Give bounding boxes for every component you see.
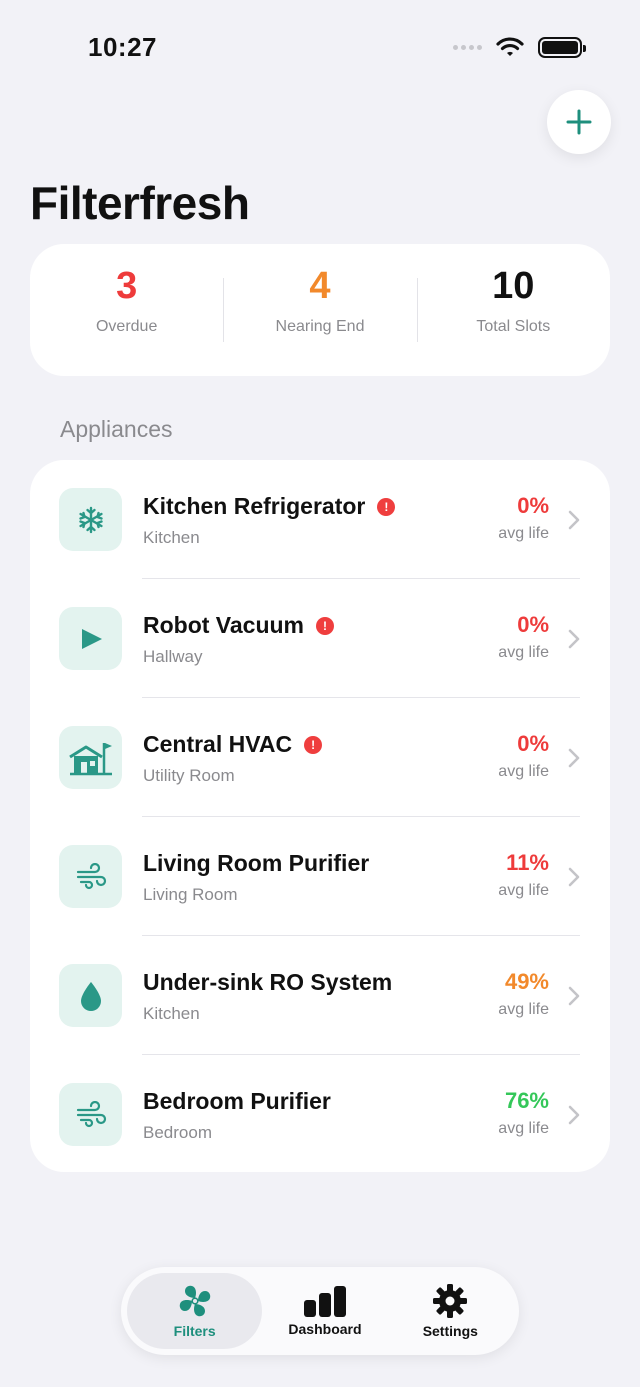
page-title: Filterfresh [30,177,250,229]
appliance-name: Bedroom Purifier [143,1088,331,1114]
battery-icon [538,36,586,58]
tab-settings[interactable]: Settings [388,1273,513,1349]
life-percent: 0% [517,612,549,637]
life-label: avg life [498,882,549,899]
wifi-icon [496,37,524,56]
life-percent: 0% [517,493,549,518]
nearing-end-count: 4 [309,265,331,307]
nearing-end-label: Nearing End [275,318,365,335]
appliance-row[interactable]: Kitchen Refrigerator ! Kitchen 0% avg li… [30,460,610,579]
appliance-row[interactable]: Robot Vacuum ! Hallway 0% avg life [30,579,610,698]
appliance-name: Robot Vacuum ! [143,612,335,639]
section-title: Appliances [60,416,173,442]
nearing-end-stat[interactable]: 4 Nearing End [223,266,416,342]
appliance-life: 0% avg life [498,612,549,662]
life-percent: 0% [517,731,549,756]
appliance-name: Central HVAC ! [143,731,323,758]
appliance-list: Kitchen Refrigerator ! Kitchen 0% avg li… [30,460,610,1172]
life-percent: 76% [504,1088,549,1113]
chevron-right-icon [568,748,580,768]
life-label: avg life [498,525,549,542]
appliance-name: Under-sink RO System [143,969,393,995]
add-appliance-button[interactable] [547,90,611,154]
tab-label: Dashboard [288,1321,362,1337]
bar-chart-icon [303,1286,346,1317]
summary-card: 3 Overdue 4 Nearing End 10 Total Slots [30,244,610,376]
status-time: 10:27 [88,32,157,62]
tab-filters[interactable]: Filters [127,1273,263,1349]
appliance-room: Living Room [143,885,238,904]
appliance-room: Hallway [143,647,203,666]
wind-icon [59,1083,122,1146]
appliance-row[interactable]: Under-sink RO System Kitchen 49% avg lif… [30,936,610,1055]
status-icons [453,36,586,58]
chevron-right-icon [568,986,580,1006]
overdue-label: Overdue [95,318,158,335]
appliance-life: 0% avg life [498,493,549,543]
appliance-name: Living Room Purifier [143,850,370,876]
appliance-life: 76% avg life [498,1088,549,1138]
overdue-stat[interactable]: 3 Overdue [30,266,223,342]
total-slots-label: Total Slots [476,318,551,335]
tab-bar: Filters Dashboard Settings [121,1267,519,1355]
snowflake-icon [59,488,122,551]
cellular-signal-icon [453,44,482,50]
status-bar: 10:27 [0,0,640,90]
appliance-row[interactable]: Living Room Purifier Living Room 11% avg… [30,817,610,936]
life-percent: 11% [506,850,549,875]
appliance-room: Utility Room [143,766,235,785]
tab-label: Filters [173,1323,216,1339]
chevron-right-icon [568,1105,580,1125]
alert-icon: ! [316,616,335,635]
house-flag-icon [59,726,122,789]
appliance-room: Kitchen [143,528,200,547]
gear-icon [433,1284,468,1318]
tab-label: Settings [422,1323,478,1339]
total-slots-count: 10 [492,265,535,307]
appliance-name: Kitchen Refrigerator ! [143,493,396,520]
chevron-right-icon [568,629,580,649]
appliance-room: Kitchen [143,1004,200,1023]
appliance-row[interactable]: Central HVAC ! Utility Room 0% avg life [30,698,610,817]
drop-icon [59,964,122,1027]
appliance-life: 49% avg life [498,969,549,1019]
life-label: avg life [498,1120,549,1137]
wind-icon [59,845,122,908]
life-label: avg life [498,1001,549,1018]
tab-dashboard[interactable]: Dashboard [262,1273,387,1349]
alert-icon: ! [377,497,396,516]
appliance-room: Bedroom [143,1123,212,1142]
life-label: avg life [498,763,549,780]
overdue-count: 3 [116,265,138,307]
total-slots-stat[interactable]: 10 Total Slots [416,266,610,342]
life-label: avg life [498,644,549,661]
plus-icon [566,109,592,135]
play-icon [59,607,122,670]
appliance-life: 11% avg life [498,850,549,900]
chevron-right-icon [568,867,580,887]
life-percent: 49% [504,969,549,994]
appliance-row[interactable]: Bedroom Purifier Bedroom 76% avg life [30,1055,610,1172]
alert-icon: ! [304,735,323,754]
chevron-right-icon [568,510,580,530]
appliance-life: 0% avg life [498,731,549,781]
fan-icon [179,1285,210,1317]
